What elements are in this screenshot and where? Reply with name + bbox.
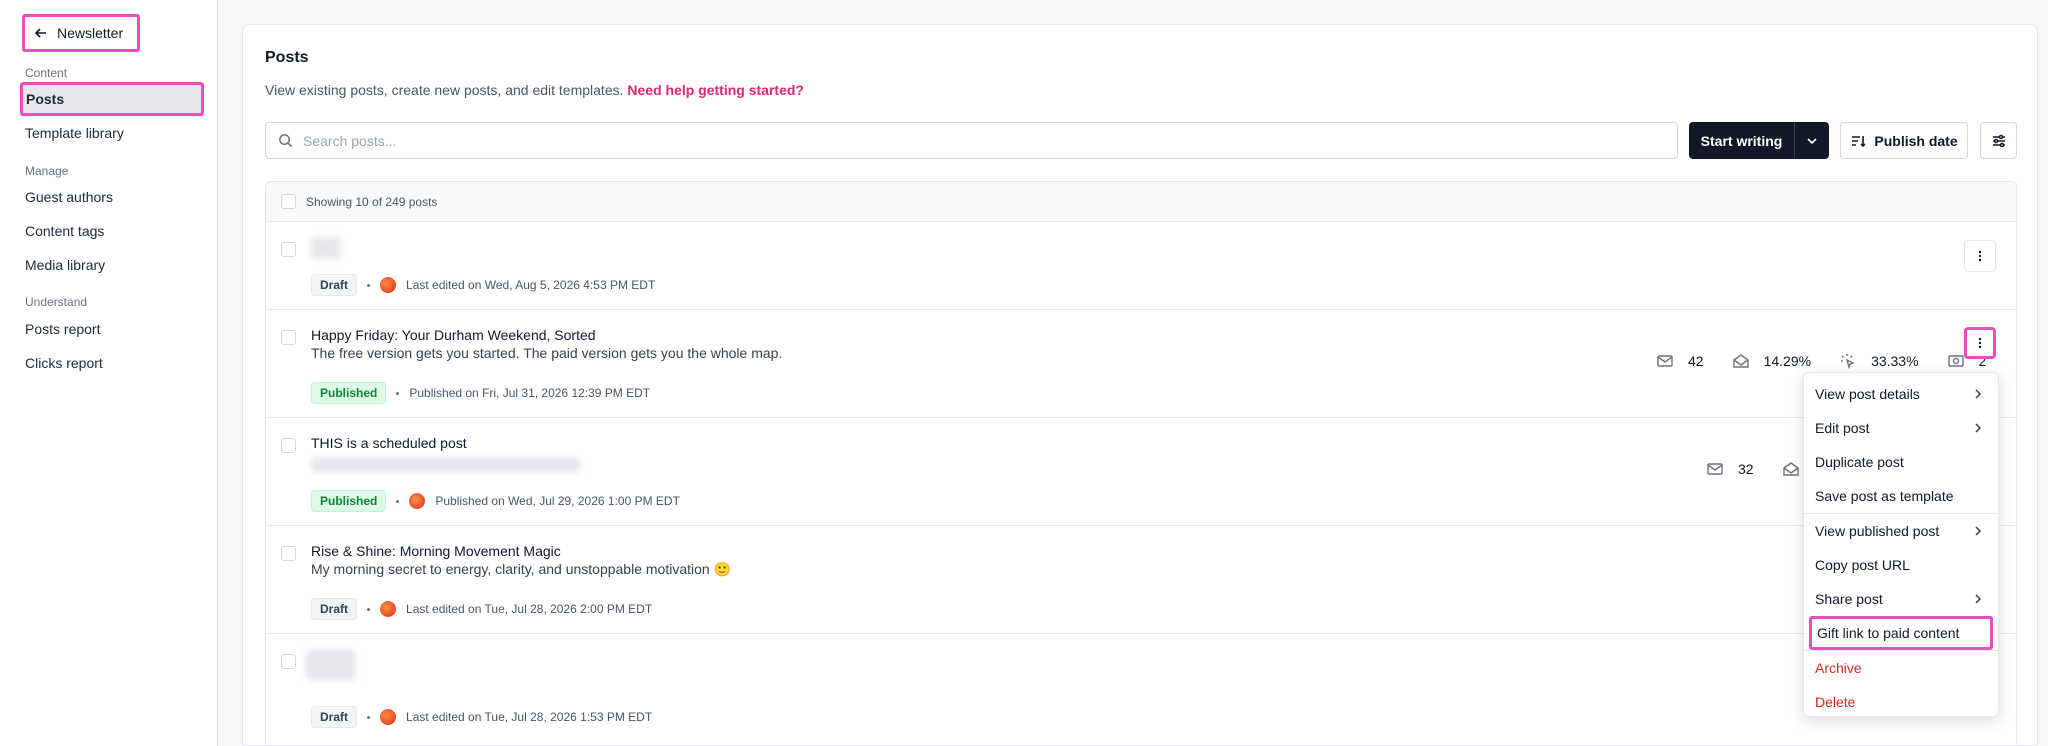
sidebar-item-posts[interactable]: Posts (20, 82, 204, 116)
status-badge: Draft (311, 598, 358, 620)
menu-item-edit-post[interactable]: Edit post (1804, 411, 1998, 445)
post-stats: 42 14.29% 33.33% 2 (1656, 352, 2004, 370)
start-writing-dropdown[interactable] (1795, 122, 1829, 159)
mail-open-icon (1732, 354, 1749, 368)
more-vertical-icon (1978, 337, 1982, 349)
row-meta: Published Published on Fri, Jul 31, 2026… (311, 382, 650, 404)
start-writing-split-button: Start writing (1689, 122, 1829, 159)
page-subtitle: View existing posts, create new posts, a… (265, 82, 804, 98)
table-row[interactable]: Draft Last edited on Tue, Jul 28, 2026 1… (266, 634, 2016, 746)
section-label-understand: Understand (25, 295, 88, 309)
sidebar-item-content-tags[interactable]: Content tags (20, 214, 204, 248)
menu-item-view-post-details[interactable]: View post details (1804, 377, 1998, 411)
sidebar-item-media-library[interactable]: Media library (20, 248, 204, 282)
menu-item-duplicate-post[interactable]: Duplicate post (1804, 445, 1998, 479)
back-label: Newsletter (57, 25, 124, 41)
search-icon (279, 134, 293, 148)
select-all-checkbox[interactable] (281, 194, 296, 209)
chevron-down-icon (1807, 137, 1817, 144)
mail-icon (1707, 463, 1723, 475)
row-checkbox[interactable] (281, 330, 296, 345)
page-title: Posts (265, 49, 309, 66)
publish-date-sort-button[interactable]: Publish date (1840, 122, 1968, 159)
posts-card: Posts View existing posts, create new po… (242, 24, 2038, 746)
row-checkbox[interactable] (281, 242, 296, 257)
table-row[interactable]: Happy Friday: Your Durham Weekend, Sorte… (266, 310, 2016, 418)
avatar (380, 277, 397, 293)
more-vertical-icon (1978, 250, 1982, 262)
menu-item-delete[interactable]: Delete (1804, 685, 1998, 719)
blurred-title (311, 237, 341, 259)
table-row[interactable]: Rise & Shine: Morning Movement Magic My … (266, 526, 2016, 634)
avatar (380, 601, 397, 617)
blurred-title (306, 650, 356, 680)
post-title[interactable]: THIS is a scheduled post (311, 435, 467, 451)
list-header: Showing 10 of 249 posts (266, 182, 2016, 222)
status-badge: Draft (311, 274, 358, 296)
avatar (380, 709, 397, 725)
showing-count: Showing 10 of 249 posts (306, 194, 438, 209)
mail-icon (1657, 355, 1673, 367)
menu-item-save-as-template[interactable]: Save post as template (1804, 479, 1998, 513)
sidebar-item-guest-authors[interactable]: Guest authors (20, 180, 204, 214)
post-description: My morning secret to energy, clarity, an… (311, 561, 731, 577)
sliders-icon (1992, 134, 2005, 147)
sidebar-item-posts-report[interactable]: Posts report (20, 312, 204, 346)
arrow-left-icon (34, 28, 46, 38)
mail-open-icon (1782, 462, 1799, 476)
menu-item-copy-post-url[interactable]: Copy post URL (1804, 548, 1998, 582)
back-to-newsletter-button[interactable]: Newsletter (22, 14, 140, 52)
post-title[interactable]: Happy Friday: Your Durham Weekend, Sorte… (311, 327, 596, 343)
row-meta: Published Published on Wed, Jul 29, 2026… (311, 490, 680, 512)
menu-item-archive[interactable]: Archive (1804, 651, 1998, 685)
section-label-content: Content (25, 66, 68, 80)
row-actions-button[interactable] (1964, 240, 1996, 272)
status-badge: Published (311, 382, 387, 404)
recipients-count: 42 (1688, 353, 1704, 369)
blurred-description (311, 458, 581, 472)
posts-list: Showing 10 of 249 posts Draft Last edite… (265, 181, 2017, 746)
status-badge: Published (311, 490, 387, 512)
chevron-right-icon (1975, 594, 1982, 604)
table-row[interactable]: THIS is a scheduled post Published Publi… (266, 418, 2016, 526)
row-meta: Draft Last edited on Wed, Aug 5, 2026 4:… (311, 274, 655, 296)
click-icon (1841, 354, 1855, 370)
sort-icon (1852, 135, 1866, 147)
click-rate: 33.33% (1871, 353, 1919, 369)
start-writing-button[interactable]: Start writing (1689, 122, 1795, 159)
help-link[interactable]: Need help getting started? (627, 82, 804, 98)
row-meta: Draft Last edited on Tue, Jul 28, 2026 2… (311, 598, 652, 620)
filter-settings-button[interactable] (1980, 122, 2017, 159)
search-box[interactable] (265, 122, 1678, 159)
row-checkbox[interactable] (281, 438, 296, 453)
table-row[interactable]: Draft Last edited on Wed, Aug 5, 2026 4:… (266, 222, 2016, 310)
post-actions-menu: View post details Edit post Duplicate po… (1803, 372, 1999, 717)
sidebar-item-clicks-report[interactable]: Clicks report (20, 346, 204, 380)
row-meta: Draft Last edited on Tue, Jul 28, 2026 1… (311, 706, 652, 728)
views-icon (1947, 355, 1964, 367)
post-title[interactable]: Rise & Shine: Morning Movement Magic (311, 543, 561, 559)
chevron-right-icon (1975, 423, 1982, 433)
row-checkbox[interactable] (281, 654, 296, 669)
open-rate: 14.29% (1763, 353, 1812, 369)
row-checkbox[interactable] (281, 546, 296, 561)
row-actions-button[interactable] (1964, 327, 1996, 359)
status-badge: Draft (311, 706, 358, 728)
menu-item-gift-link[interactable]: Gift link to paid content (1809, 616, 1993, 650)
search-input[interactable] (303, 132, 1603, 149)
sidebar: Newsletter Content Posts Template librar… (0, 0, 218, 746)
chevron-right-icon (1975, 526, 1982, 536)
avatar (409, 493, 426, 509)
post-description: The free version gets you started. The p… (311, 345, 783, 361)
chevron-right-icon (1975, 389, 1982, 399)
section-label-manage: Manage (25, 164, 69, 178)
sidebar-item-template-library[interactable]: Template library (20, 116, 204, 150)
recipients-count: 32 (1738, 461, 1754, 477)
menu-item-view-published-post[interactable]: View published post (1804, 514, 1998, 548)
menu-item-share-post[interactable]: Share post (1804, 582, 1998, 616)
